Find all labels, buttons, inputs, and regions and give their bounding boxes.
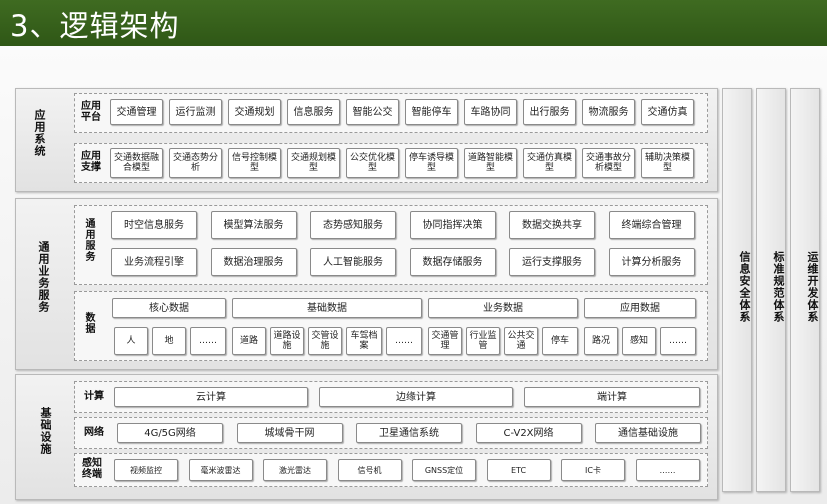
compute-item-3: 端计算 (524, 387, 700, 407)
service-item-7: 业务流程引擎 (111, 248, 197, 276)
service-item-9: 人工智能服务 (310, 248, 396, 276)
app-platform-label: 应用平台 (81, 101, 101, 123)
data-item-13: 路况 (584, 327, 618, 355)
service-item-4: 协同指挥决策 (409, 211, 496, 239)
app-platform-item-10: 交通仿真 (641, 99, 694, 125)
data-item-15: …… (660, 327, 696, 355)
app-platform-item-4: 信息服务 (287, 99, 340, 125)
data-item-9: 交通管理 (428, 327, 462, 355)
app-platform-item-7: 车路协同 (464, 99, 517, 125)
sensing-item-8: …… (635, 459, 700, 481)
app-support-item-6: 停车诱导模型 (405, 148, 458, 178)
data-category-2: 基础数据 (232, 298, 422, 318)
data-item-2: 地 (152, 327, 186, 355)
network-item-3: 卫星通信系统 (356, 423, 462, 443)
data-item-14: 感知 (622, 327, 656, 355)
app-platform-item-2: 运行监测 (169, 99, 222, 125)
data-item-5: 道路设施 (270, 327, 304, 355)
service-item-1: 时空信息服务 (111, 211, 197, 239)
app-platform-item-5: 智能公交 (346, 99, 399, 125)
app-platform-item-9: 物流服务 (582, 99, 635, 125)
side-standard-label: 标准规范体系 (772, 251, 785, 323)
app-support-item-8: 交通仿真模型 (523, 148, 576, 178)
services-label: 通用服务 (83, 218, 94, 262)
data-label: 数据 (83, 312, 94, 334)
service-item-8: 数据治理服务 (210, 248, 297, 276)
side-operations-label: 运维开发体系 (806, 251, 819, 323)
sensing-item-5: GNSS定位 (412, 459, 476, 481)
service-item-10: 数据存储服务 (409, 248, 496, 276)
network-item-4: C-V2X网络 (475, 423, 582, 443)
service-item-11: 运行支撑服务 (509, 248, 595, 276)
service-item-5: 数据交换共享 (509, 211, 595, 239)
app-platform-item-8: 出行服务 (523, 99, 576, 125)
sensing-item-4: 信号机 (337, 459, 402, 481)
service-item-12: 计算分析服务 (608, 248, 695, 276)
data-category-3: 业务数据 (428, 298, 578, 318)
network-item-2: 城域骨干网 (236, 423, 343, 443)
data-item-11: 公共交通 (504, 327, 538, 355)
data-item-4: 道路 (232, 327, 266, 355)
compute-item-1: 云计算 (114, 387, 308, 407)
compute-label: 计算 (84, 391, 104, 402)
sensing-item-2: 毫米波雷达 (188, 459, 253, 481)
app-support-item-1: 交通数据融合模型 (110, 148, 163, 178)
app-support-item-2: 交通态势分析 (169, 148, 222, 178)
sensing-item-7: IC卡 (561, 459, 625, 481)
data-item-6: 交管设施 (308, 327, 342, 355)
side-standard: 标准规范体系 (756, 88, 786, 492)
data-category-4: 应用数据 (584, 298, 696, 318)
app-platform-item-3: 交通规划 (228, 99, 281, 125)
data-item-10: 行业监管 (466, 327, 500, 355)
side-operations: 运维开发体系 (790, 88, 820, 492)
data-category-1: 核心数据 (112, 298, 226, 318)
sensing-label: 感知终端 (82, 458, 102, 480)
app-support-item-10: 辅助决策模型 (641, 148, 694, 178)
service-item-2: 模型算法服务 (210, 211, 297, 239)
side-security-label: 信息安全体系 (738, 251, 751, 323)
app-system-title: 应用系统 (33, 109, 46, 157)
title-bar: 3、逻辑架构 (0, 0, 827, 46)
app-support-label: 应用支撑 (81, 151, 101, 173)
app-platform-item-1: 交通管理 (110, 99, 163, 125)
data-item-8: …… (386, 327, 422, 355)
data-item-3: …… (190, 327, 226, 355)
common-service-title: 通用业务服务 (37, 241, 50, 313)
network-label: 网络 (84, 427, 104, 438)
network-item-1: 4G/5G网络 (117, 423, 223, 443)
app-support-item-4: 交通规划模型 (287, 148, 340, 178)
app-support-item-9: 交通事故分析模型 (582, 148, 635, 178)
sensing-item-6: ETC (486, 459, 551, 481)
compute-item-2: 边缘计算 (319, 387, 513, 407)
data-item-12: 停车 (542, 327, 578, 355)
page-title: 3、逻辑架构 (10, 9, 180, 43)
network-item-5: 通信基础设施 (595, 423, 701, 443)
app-support-item-5: 公交优化模型 (346, 148, 399, 178)
infrastructure-title: 基础设施 (39, 407, 52, 455)
app-support-item-3: 信号控制模型 (228, 148, 281, 178)
app-platform-item-6: 智能停车 (405, 99, 458, 125)
sensing-item-3: 激光雷达 (263, 459, 327, 481)
side-security: 信息安全体系 (722, 88, 752, 492)
service-item-6: 终端综合管理 (608, 211, 695, 239)
app-support-item-7: 道路智能模型 (464, 148, 517, 178)
data-item-1: 人 (114, 327, 148, 355)
sensing-item-1: 视频监控 (114, 459, 178, 481)
service-item-3: 态势感知服务 (310, 211, 396, 239)
data-item-7: 车驾档案 (346, 327, 382, 355)
